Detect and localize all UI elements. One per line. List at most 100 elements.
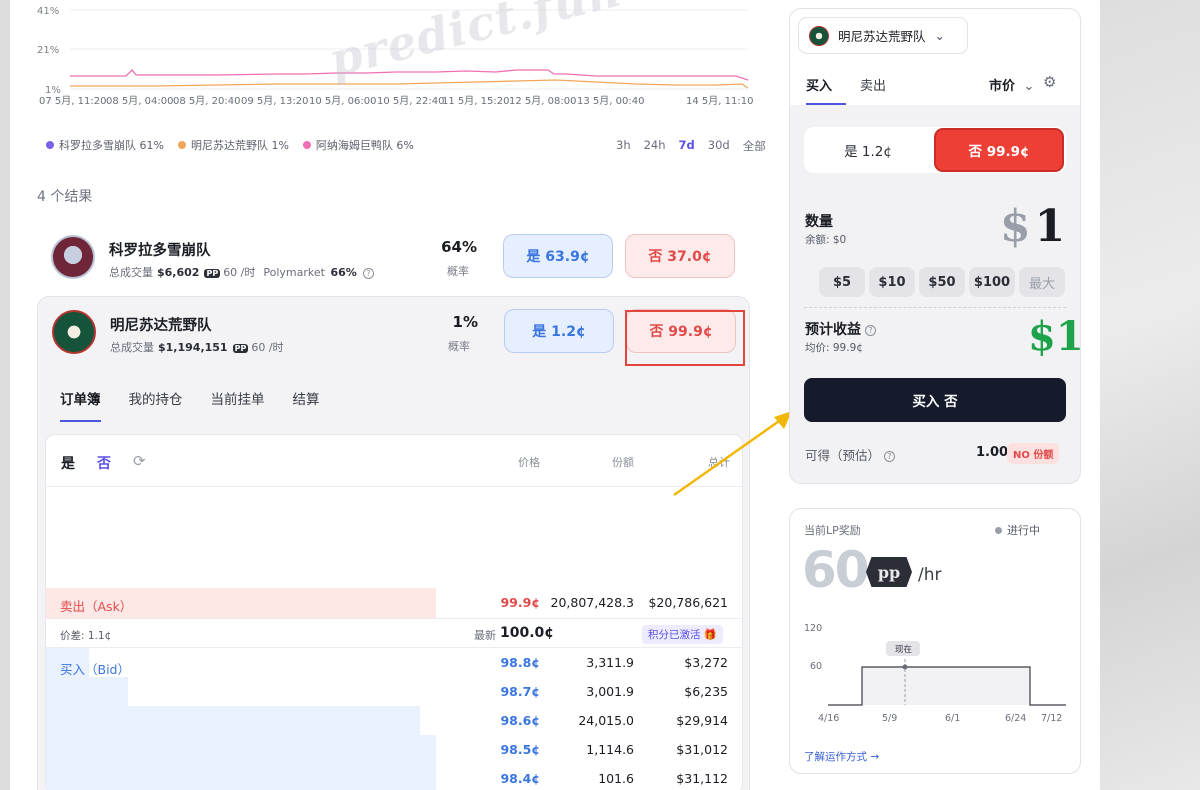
bid-total: $29,914 bbox=[676, 713, 728, 728]
tab-sell[interactable]: 卖出 bbox=[860, 75, 886, 94]
bid-shares: 1,114.6 bbox=[586, 742, 634, 757]
tab-buy[interactable]: 买入 bbox=[806, 75, 846, 105]
divider bbox=[804, 307, 1066, 308]
legend-item-anaheim[interactable]: 阿纳海姆巨鸭队 6% bbox=[302, 137, 414, 153]
legend-item-minnesota[interactable]: 明尼苏达荒野队 1% bbox=[177, 137, 289, 153]
lp-rate: 60 bbox=[802, 541, 870, 599]
x-tick-label: 6/24 bbox=[1005, 713, 1026, 724]
amount-value: 1 bbox=[1034, 201, 1066, 252]
bid-row[interactable]: 98.5¢ 1,114.6 $31,012 bbox=[46, 735, 742, 764]
spread-row: 价差: 1.1¢ 最新 100.0¢ 积分已激活 🎁 bbox=[46, 618, 742, 648]
outcome-no-option[interactable]: 否 99.9¢ bbox=[934, 128, 1064, 172]
bid-price: 98.7¢ bbox=[500, 684, 540, 699]
orderbook-header: 是 否 ⟳ 价格 份额 总计 bbox=[46, 435, 742, 487]
x-tick-label: 09 5月, 13:20 bbox=[241, 95, 308, 107]
bid-total: $31,012 bbox=[676, 742, 728, 757]
legend-item-colorado[interactable]: 科罗拉多雪崩队 61% bbox=[46, 137, 164, 153]
y-tick-label: 60 bbox=[810, 661, 822, 672]
estimate-badge: NO 份额 bbox=[1007, 443, 1060, 464]
bid-shares: 3,001.9 bbox=[586, 684, 634, 699]
latest-price: 100.0¢ bbox=[500, 625, 555, 641]
order-type-selector[interactable]: 市价 ⌄ bbox=[989, 75, 1034, 94]
orderbook-yes-toggle[interactable]: 是 bbox=[61, 453, 75, 473]
volume-value: $1,194,151 bbox=[158, 341, 228, 354]
team-logo-minnesota bbox=[809, 25, 829, 46]
x-tick-label: 4/16 bbox=[818, 713, 839, 724]
pp-rate: 60 /时 bbox=[251, 341, 284, 354]
gear-icon[interactable]: ⚙ bbox=[1043, 73, 1056, 91]
bid-price: 98.6¢ bbox=[500, 713, 540, 728]
results-count: 4 个结果 bbox=[37, 189, 93, 205]
range-3h-button[interactable]: 3h bbox=[616, 138, 631, 154]
team-selector-label: 明尼苏达荒野队 bbox=[838, 29, 926, 44]
pp-logo: pp bbox=[866, 557, 912, 587]
legend-dot-icon bbox=[302, 141, 311, 149]
ask-total: $20,786,621 bbox=[648, 595, 728, 610]
x-tick-label: 5/9 bbox=[882, 713, 897, 724]
tab-settlement[interactable]: 结算 bbox=[293, 388, 320, 422]
bid-row[interactable]: 98.4¢ 101.6 $31,112 bbox=[46, 764, 742, 790]
buy-no-button[interactable]: 否 37.0¢ bbox=[625, 234, 735, 278]
ask-label: 卖出（Ask） bbox=[60, 599, 133, 614]
quick-amount-max-button[interactable]: 最大 bbox=[1019, 267, 1065, 297]
y-tick-label: 120 bbox=[804, 623, 822, 634]
balance-label: 余额: $0 bbox=[805, 234, 847, 246]
polymarket-value: 66% bbox=[330, 266, 357, 279]
x-tick-label: 10 5月, 22:40 bbox=[377, 95, 444, 107]
quick-amount-5-button[interactable]: $5 bbox=[819, 267, 865, 297]
column-header-price: 价格 bbox=[518, 456, 540, 469]
orderbook: 是 否 ⟳ 价格 份额 总计 卖出（Ask） 99.9¢ 20,807,428.… bbox=[45, 434, 743, 790]
series-line-anaheim bbox=[70, 69, 749, 81]
tab-my-positions[interactable]: 我的持仓 bbox=[129, 388, 183, 422]
x-tick-label: 13 5月, 00:40 bbox=[577, 95, 644, 107]
bid-price: 98.5¢ bbox=[500, 742, 540, 757]
help-icon[interactable]: ? bbox=[884, 451, 896, 462]
bid-row[interactable]: 98.6¢ 24,015.0 $29,914 bbox=[46, 706, 742, 735]
market-row-minnesota[interactable]: 明尼苏达荒野队 总成交量 $1,194,151 PP 60 /时 1% 概率 是 1.… bbox=[37, 296, 750, 368]
outcome-yes-option[interactable]: 是 1.2¢ bbox=[804, 127, 932, 173]
chevron-down-icon: ⌄ bbox=[1023, 79, 1035, 94]
series-line-minnesota bbox=[70, 79, 749, 89]
amount-input[interactable]: $1 bbox=[1000, 201, 1065, 252]
quick-amount-10-button[interactable]: $10 bbox=[869, 267, 915, 297]
trade-panel-header: 明尼苏达荒野队 ⌄ 买入 卖出 市价 ⌄ ⚙ bbox=[790, 9, 1080, 105]
orderbook-no-toggle[interactable]: 否 bbox=[97, 453, 111, 473]
bid-row[interactable]: 98.8¢ 3,311.9 $3,272 bbox=[46, 648, 742, 677]
page-background-left bbox=[0, 0, 10, 790]
chart-legend: 科罗拉多雪崩队 61% 明尼苏达荒野队 1% 阿纳海姆巨鸭队 6% bbox=[46, 137, 414, 153]
ask-row[interactable]: 卖出（Ask） 99.9¢ 20,807,428.3 $20,786,621 bbox=[46, 588, 742, 618]
x-tick-label: 6/1 bbox=[945, 713, 960, 724]
pp-icon: PP bbox=[232, 344, 249, 353]
price-chart: 41% 21% 1% 07 5月, 11:20 08 5月, 04:00 08 … bbox=[36, 0, 756, 115]
order-type-label: 市价 bbox=[989, 79, 1016, 94]
learn-how-link[interactable]: 了解运作方式 → bbox=[804, 749, 879, 764]
team-selector[interactable]: 明尼苏达荒野队 ⌄ bbox=[798, 17, 968, 54]
lp-status: 进行中 bbox=[995, 522, 1040, 538]
submit-buy-button[interactable]: 买入 否 bbox=[804, 378, 1066, 422]
help-icon[interactable]: ? bbox=[865, 324, 876, 336]
range-all-button[interactable]: 全部 bbox=[743, 138, 766, 154]
range-24h-button[interactable]: 24h bbox=[644, 138, 666, 154]
probability-value: 64% bbox=[441, 238, 477, 256]
quick-amount-100-button[interactable]: $100 bbox=[969, 267, 1015, 297]
help-icon[interactable]: ? bbox=[362, 267, 374, 279]
range-7d-button[interactable]: 7d bbox=[679, 138, 695, 154]
detail-tabs: 订单簿 我的持仓 当前挂单 结算 bbox=[60, 388, 320, 422]
polymarket-label: Polymarket bbox=[263, 266, 325, 279]
points-active-badge: 积分已激活 🎁 bbox=[642, 625, 723, 644]
tab-open-orders[interactable]: 当前挂单 bbox=[211, 388, 265, 422]
range-30d-button[interactable]: 30d bbox=[708, 138, 730, 154]
tab-orderbook[interactable]: 订单簿 bbox=[60, 388, 101, 422]
quick-amount-50-button[interactable]: $50 bbox=[919, 267, 965, 297]
x-tick-label: 11 5月, 15:20 bbox=[442, 95, 509, 107]
bid-row[interactable]: 98.7¢ 3,001.9 $6,235 bbox=[46, 677, 742, 706]
legend-label: 阿纳海姆巨鸭队 6% bbox=[315, 139, 414, 152]
refresh-icon[interactable]: ⟳ bbox=[133, 452, 146, 470]
trade-panel: 明尼苏达荒野队 ⌄ 买入 卖出 市价 ⌄ ⚙ 是 1.2¢ 否 99.9¢ 数量… bbox=[789, 8, 1081, 484]
buy-yes-button[interactable]: 是 1.2¢ bbox=[504, 309, 614, 353]
spread-label: 价差: 1.1¢ bbox=[60, 630, 112, 642]
buy-yes-button[interactable]: 是 63.9¢ bbox=[503, 234, 613, 278]
market-row-colorado[interactable]: 科罗拉多雪崩队 总成交量 $6,602 PP 60 /时 Polymarket 66%?… bbox=[37, 222, 750, 294]
bid-price: 98.4¢ bbox=[500, 771, 540, 786]
column-header-shares: 份额 bbox=[612, 456, 634, 469]
